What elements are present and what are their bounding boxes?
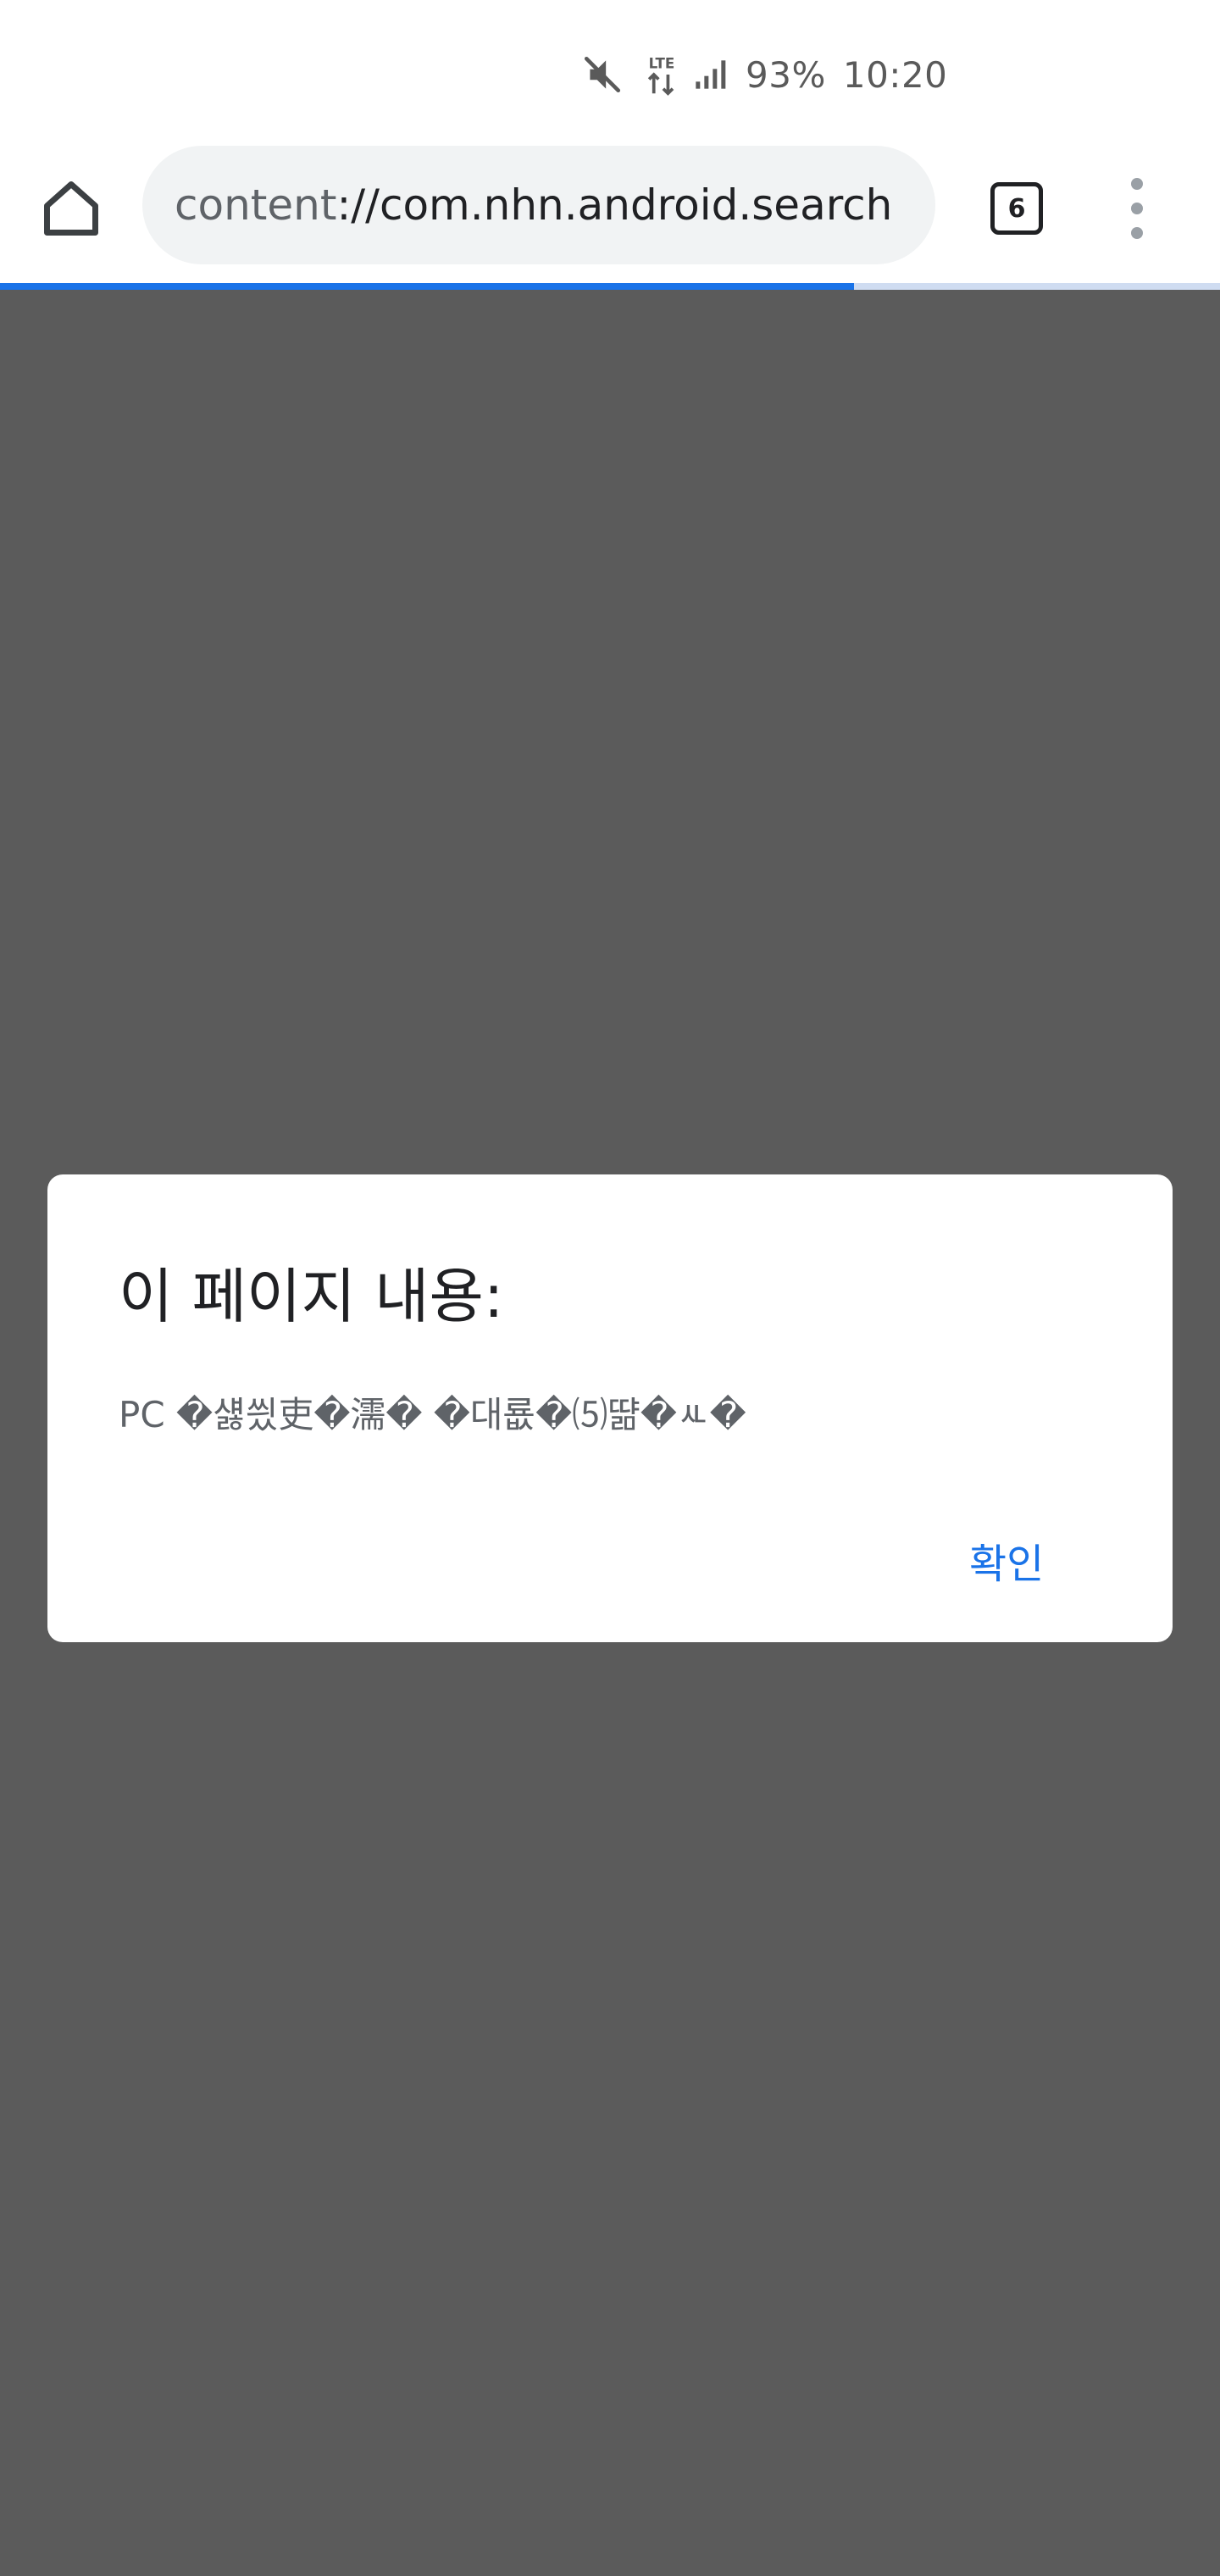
home-button[interactable] xyxy=(32,169,110,247)
dialog-message: PC �섏씠吏�濡� �대룞�⑸땲�ㅻ� xyxy=(119,1394,746,1435)
url-text: content://com.nhn.android.search xyxy=(142,180,892,230)
browser-toolbar: content://com.nhn.android.search 6 xyxy=(0,136,1220,286)
load-progress-bar xyxy=(0,283,1220,290)
home-icon xyxy=(44,181,98,236)
status-bar: LTE 93% 10:20 xyxy=(0,0,1220,136)
ok-button[interactable]: 확인 xyxy=(969,1530,1044,1590)
url-fade xyxy=(898,146,935,264)
load-progress-fill xyxy=(0,283,854,290)
more-vert-icon[interactable] xyxy=(1112,175,1162,242)
signal-icon xyxy=(696,60,726,89)
dialog-title: 이 페이지 내용: xyxy=(119,1262,504,1331)
url-bar[interactable]: content://com.nhn.android.search xyxy=(142,146,935,264)
lte-label: LTE xyxy=(649,55,675,72)
url-path: ://com.nhn.android.search xyxy=(336,180,893,230)
clock: 10:20 xyxy=(842,53,948,96)
mute-icon xyxy=(584,56,621,93)
lte-data-icon: LTE xyxy=(647,55,675,96)
url-scheme: content xyxy=(175,180,337,230)
battery-level: 93% xyxy=(746,53,826,96)
alert-dialog: 이 페이지 내용: PC �섏씠吏�濡� �대룞�⑸땲�ㅻ� 확인 xyxy=(47,1174,1173,1642)
tab-count: 6 xyxy=(990,182,1043,235)
tab-switcher-button[interactable]: 6 xyxy=(986,178,1047,239)
status-icons: LTE 93% 10:20 xyxy=(581,49,947,100)
